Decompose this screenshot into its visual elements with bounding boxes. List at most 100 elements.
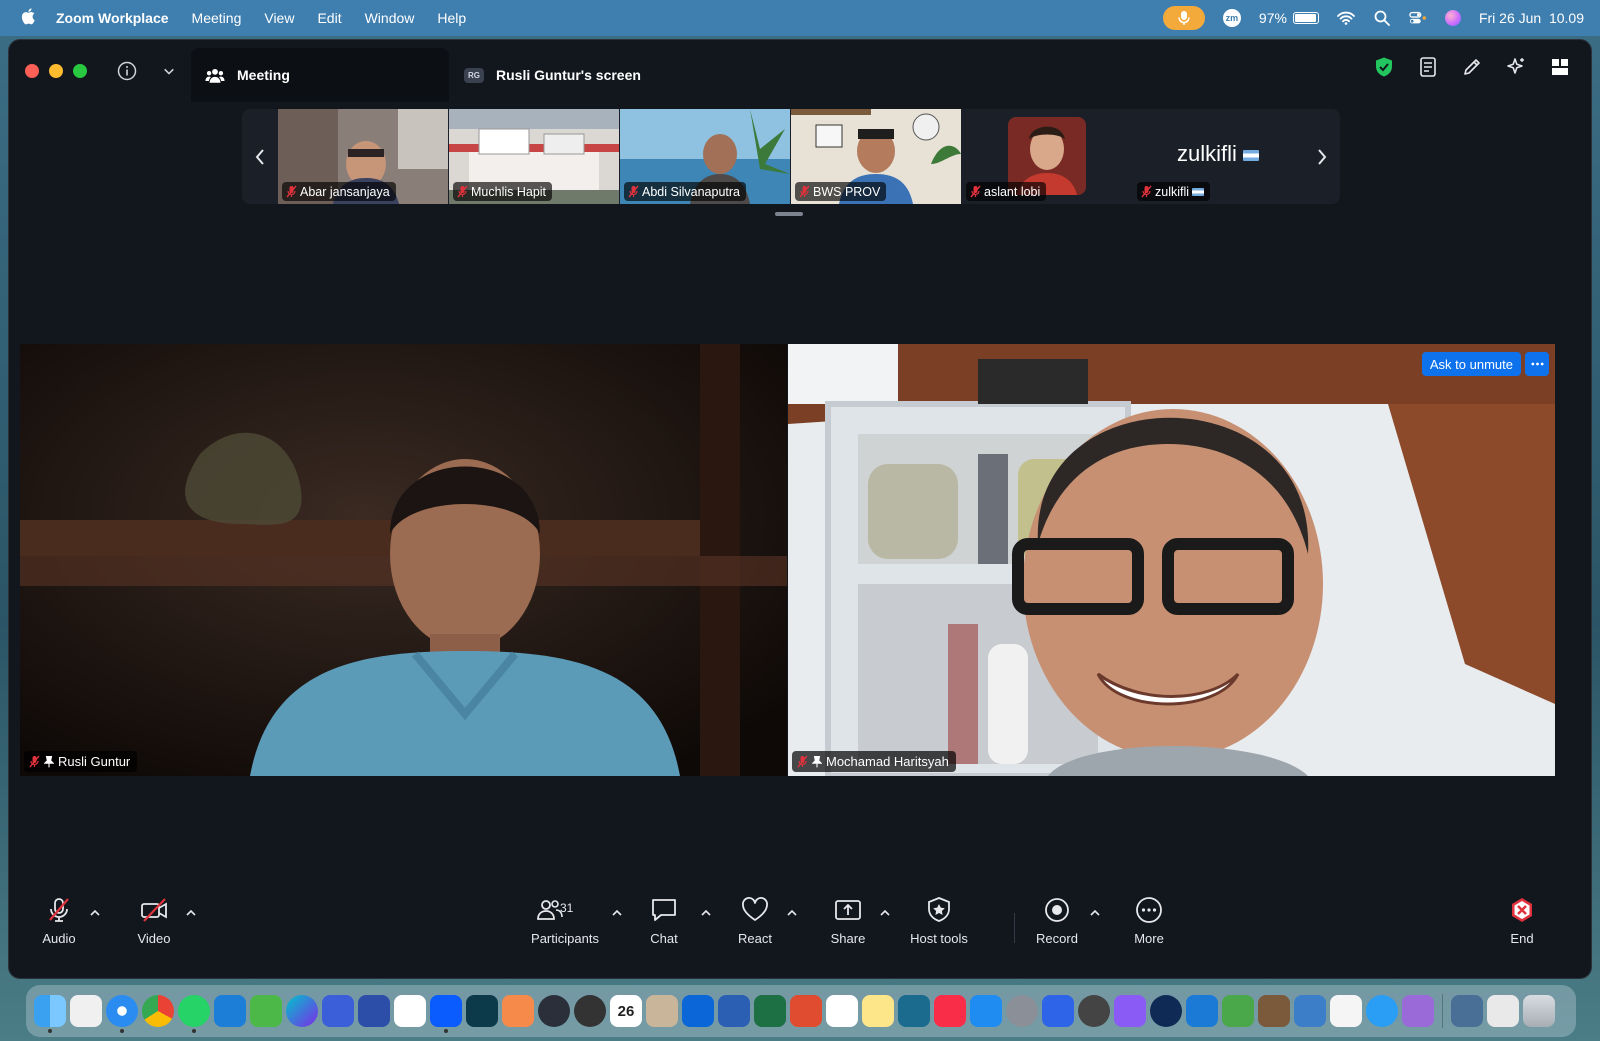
tab-meeting[interactable]: Meeting: [191, 48, 449, 102]
storage-app-icon[interactable]: [1294, 995, 1326, 1027]
meeting-dropdown-button[interactable]: [155, 57, 183, 85]
blank-doc-app-icon[interactable]: [1330, 995, 1362, 1027]
launchpad-icon[interactable]: [70, 995, 102, 1027]
app-store-icon[interactable]: [970, 995, 1002, 1027]
excel-icon[interactable]: [754, 995, 786, 1027]
speedometer-app-icon[interactable]: [574, 995, 606, 1027]
notes-app-icon[interactable]: [862, 995, 894, 1027]
participant-thumbnail[interactable]: Abar jansanjaya: [278, 109, 448, 204]
whatsapp-icon[interactable]: [178, 995, 210, 1033]
notes-icon[interactable]: [1417, 56, 1439, 78]
security-shield-icon[interactable]: [1373, 56, 1395, 78]
menu-meeting[interactable]: Meeting: [192, 10, 242, 26]
purple-app-icon[interactable]: [1402, 995, 1434, 1027]
chat-bubble-icon: [652, 899, 676, 921]
video-options-caret[interactable]: [185, 905, 199, 917]
line-messenger-icon[interactable]: [250, 995, 282, 1027]
info-icon: [117, 61, 137, 81]
finder-icon[interactable]: [34, 995, 66, 1033]
strip-prev-button[interactable]: [242, 109, 278, 204]
safari-icon[interactable]: [106, 995, 138, 1033]
participant-thumbnail[interactable]: Muchlis Hapit: [449, 109, 619, 204]
minimize-window-button[interactable]: [49, 64, 63, 78]
wifi-icon[interactable]: [1337, 10, 1355, 26]
react-button[interactable]: React: [710, 895, 800, 946]
chat-button[interactable]: Chat: [619, 895, 709, 946]
calendar-icon[interactable]: 26: [610, 995, 642, 1027]
end-meeting-button[interactable]: End: [1477, 895, 1567, 946]
recent-apps-icon[interactable]: [1487, 995, 1519, 1027]
downloads-folder-icon[interactable]: [1451, 995, 1483, 1027]
number-three-app-icon[interactable]: [1186, 995, 1218, 1027]
share-button[interactable]: Share: [803, 895, 893, 946]
close-window-button[interactable]: [25, 64, 39, 78]
view-layout-grid-icon[interactable]: [1549, 56, 1571, 78]
more-button[interactable]: More: [1104, 895, 1194, 946]
video-tile-more-button[interactable]: [1525, 352, 1549, 376]
chrome-icon[interactable]: [142, 995, 174, 1027]
sparkle-app-icon[interactable]: [502, 995, 534, 1027]
zoom-app-icon[interactable]: [430, 995, 462, 1033]
contacts-icon[interactable]: [646, 995, 678, 1027]
menu-window[interactable]: Window: [365, 10, 415, 26]
participant-thumbnail[interactable]: BWS PROV: [791, 109, 961, 204]
freeform-icon[interactable]: [898, 995, 930, 1027]
participant-thumbnail[interactable]: Abdi Silvanaputra: [620, 109, 790, 204]
mic-in-use-indicator[interactable]: [1162, 6, 1205, 30]
menu-view[interactable]: View: [264, 10, 294, 26]
menu-app-name[interactable]: Zoom Workplace: [56, 10, 169, 26]
ring-app-icon[interactable]: [1366, 995, 1398, 1027]
meeting-info-button[interactable]: [113, 57, 141, 85]
menu-help[interactable]: Help: [437, 10, 466, 26]
pdf-app-icon[interactable]: [790, 995, 822, 1027]
video-button[interactable]: Video: [109, 895, 199, 946]
control-center-icon[interactable]: [1409, 10, 1427, 26]
reminders-icon[interactable]: [826, 995, 858, 1027]
share-options-caret[interactable]: [879, 905, 893, 917]
butterfly-app-icon[interactable]: [466, 995, 498, 1027]
record-button[interactable]: Record: [1012, 895, 1102, 946]
ai-companion-sparkle-icon[interactable]: [1505, 56, 1527, 78]
spotlight-search-icon[interactable]: [1373, 10, 1391, 26]
battery-status[interactable]: 97%: [1259, 10, 1319, 26]
tab-shared-screen[interactable]: RG Rusli Guntur's screen: [464, 48, 641, 102]
react-options-caret[interactable]: [786, 905, 800, 917]
music-icon[interactable]: [934, 995, 966, 1027]
strip-next-button[interactable]: [1304, 109, 1340, 204]
host-tools-button[interactable]: Host tools: [894, 895, 984, 946]
printer-app-icon[interactable]: [322, 995, 354, 1027]
scanner-app-icon[interactable]: [358, 995, 390, 1027]
vpn-app-icon[interactable]: [1114, 995, 1146, 1027]
participant-thumbnail[interactable]: aslant lobi: [962, 109, 1132, 204]
layers-app-icon[interactable]: [1222, 995, 1254, 1027]
participant-thumbnail[interactable]: zulkifli zulkifli: [1133, 109, 1303, 204]
strip-resize-handle[interactable]: [775, 212, 803, 216]
menu-edit[interactable]: Edit: [317, 10, 341, 26]
canva-icon[interactable]: [286, 995, 318, 1027]
telegram-icon[interactable]: [214, 995, 246, 1027]
ask-to-unmute-button[interactable]: Ask to unmute: [1421, 352, 1521, 376]
capcut-icon[interactable]: [394, 995, 426, 1027]
menubar-datetime[interactable]: Fri 26 Jun 10.09: [1479, 10, 1584, 26]
word-icon[interactable]: [718, 995, 750, 1027]
record-options-caret[interactable]: [1089, 905, 1103, 917]
audio-options-caret[interactable]: [89, 905, 103, 917]
teamviewer-icon[interactable]: [1150, 995, 1182, 1027]
audio-button[interactable]: Audio: [14, 895, 104, 946]
pin-icon: [812, 755, 822, 768]
fullscreen-window-button[interactable]: [73, 64, 87, 78]
photo-app-icon[interactable]: [1258, 995, 1290, 1027]
remote-desktop-icon[interactable]: [682, 995, 714, 1027]
davinci-resolve-icon[interactable]: [1078, 995, 1110, 1027]
whiteboard-pencil-icon[interactable]: [1461, 56, 1483, 78]
trash-icon[interactable]: [1523, 995, 1555, 1027]
siri-icon[interactable]: [1444, 10, 1461, 26]
utility-app-icon[interactable]: [1042, 995, 1074, 1027]
apple-icon[interactable]: [16, 7, 42, 30]
main-video-tile[interactable]: Ask to unmute Mochamad Haritsyah: [788, 344, 1555, 776]
system-settings-icon[interactable]: [1006, 995, 1038, 1027]
main-video-tile[interactable]: Rusli Guntur: [20, 344, 787, 776]
participants-button[interactable]: 31 Participants: [510, 895, 620, 946]
zoom-menubar-icon[interactable]: zm: [1222, 9, 1241, 27]
obs-icon[interactable]: [538, 995, 570, 1027]
